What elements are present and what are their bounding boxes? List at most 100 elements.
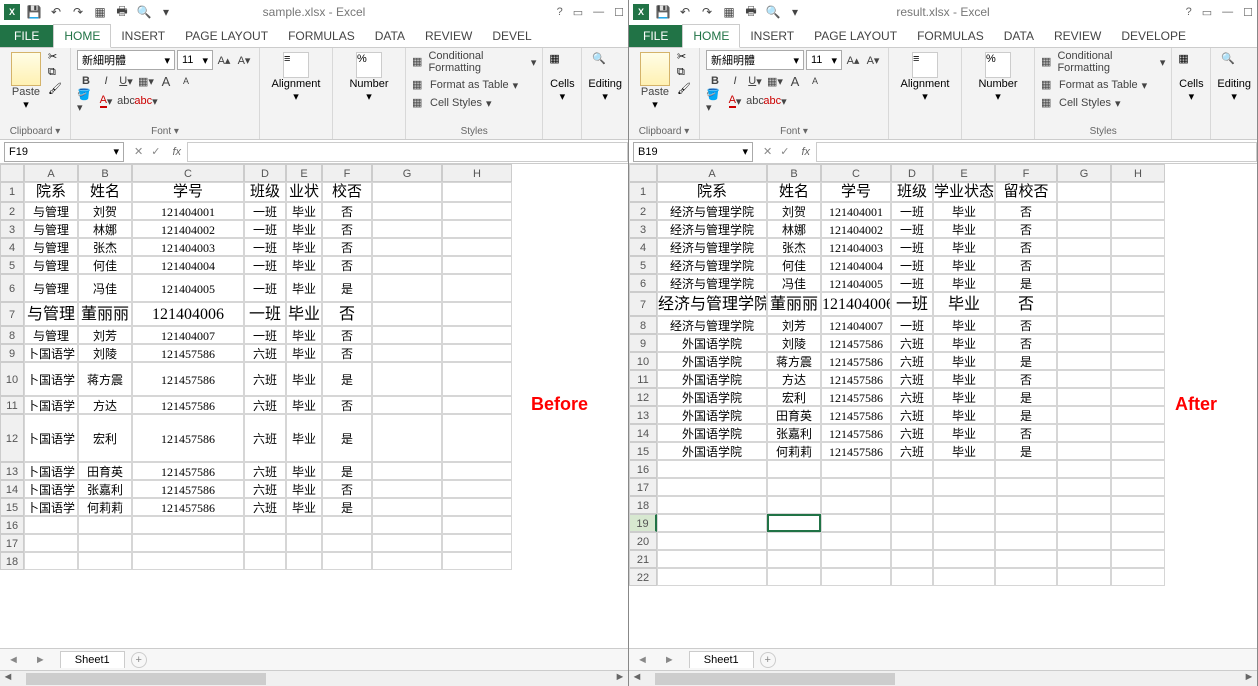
cell[interactable] (442, 344, 512, 362)
scroll-left-icon[interactable]: ◄ (0, 671, 16, 686)
column-header[interactable]: F (995, 164, 1057, 182)
alignment-button[interactable]: ≡Alignment▾ (266, 50, 326, 103)
cell[interactable]: 是 (995, 442, 1057, 460)
cell[interactable] (372, 498, 442, 516)
cell[interactable]: 董丽丽 (767, 292, 821, 316)
cell[interactable]: 何莉莉 (78, 498, 132, 516)
column-header[interactable]: F (322, 164, 372, 182)
cancel-icon[interactable]: ✕ (134, 145, 143, 158)
insert-tab[interactable]: INSERT (740, 25, 804, 47)
cell[interactable]: 学号 (821, 182, 891, 202)
scroll-thumb[interactable] (26, 673, 266, 685)
cell[interactable]: 一班 (891, 274, 933, 292)
cell[interactable]: 六班 (244, 362, 286, 396)
cell[interactable] (657, 550, 767, 568)
cell[interactable] (1057, 388, 1111, 406)
cell[interactable]: 院系 (657, 182, 767, 202)
cell[interactable] (1111, 352, 1165, 370)
cell[interactable]: 121404006 (132, 302, 244, 326)
cell[interactable]: 方达 (78, 396, 132, 414)
cells-button[interactable]: ▦Cells▾ (549, 50, 575, 103)
cell[interactable]: 何莉莉 (767, 442, 821, 460)
row-header[interactable]: 16 (629, 460, 657, 478)
cell[interactable] (372, 552, 442, 570)
name-box[interactable]: F19 ▾ (4, 142, 124, 162)
cell[interactable] (657, 532, 767, 550)
row-header[interactable]: 9 (0, 344, 24, 362)
cell[interactable]: 是 (322, 414, 372, 462)
select-all-cell[interactable] (0, 164, 24, 182)
cell[interactable] (821, 514, 891, 532)
horizontal-scrollbar[interactable]: ◄ ► (629, 670, 1257, 686)
cell[interactable]: 林娜 (78, 220, 132, 238)
alignment-button[interactable]: ≡Alignment▾ (895, 50, 955, 103)
font-color-button[interactable]: A▾ (726, 92, 744, 110)
cell[interactable] (891, 568, 933, 586)
increase-font-icon[interactable]: A▴ (844, 51, 862, 69)
cell[interactable]: 一班 (244, 326, 286, 344)
cell[interactable] (372, 462, 442, 480)
font-name-combo[interactable]: 新細明體 ▾ (77, 50, 175, 70)
row-header[interactable]: 12 (629, 388, 657, 406)
cell[interactable]: 与管理 (24, 256, 78, 274)
cell[interactable]: 经济与管理学院 (657, 274, 767, 292)
cell[interactable] (995, 496, 1057, 514)
cell[interactable]: 张嘉利 (767, 424, 821, 442)
help-icon[interactable]: ? (1186, 6, 1192, 19)
copy-icon[interactable]: ⧉ (677, 66, 693, 80)
cell[interactable]: 与管理 (24, 202, 78, 220)
row-header[interactable]: 20 (629, 532, 657, 550)
cell[interactable] (244, 534, 286, 552)
cell[interactable]: 一班 (244, 220, 286, 238)
paste-button[interactable]: Paste▾ (6, 50, 46, 111)
cell[interactable] (442, 414, 512, 462)
print-icon[interactable]: 🖶 (743, 4, 759, 20)
horizontal-scrollbar[interactable]: ◄ ► (0, 670, 628, 686)
cell[interactable]: 121457586 (132, 498, 244, 516)
cell[interactable] (244, 552, 286, 570)
cell[interactable] (442, 498, 512, 516)
cell[interactable]: 董丽丽 (78, 302, 132, 326)
cell[interactable] (1111, 424, 1165, 442)
cell[interactable] (1057, 568, 1111, 586)
cell[interactable]: 121457586 (132, 480, 244, 498)
cell[interactable] (442, 396, 512, 414)
cell[interactable]: 一班 (891, 238, 933, 256)
cell[interactable]: 经济与管理学院 (657, 202, 767, 220)
cell[interactable] (1057, 316, 1111, 334)
save-icon[interactable]: 💾 (655, 4, 671, 20)
fx-icon[interactable]: fx (795, 146, 816, 158)
review-tab[interactable]: REVIEW (415, 25, 482, 47)
cell[interactable] (657, 478, 767, 496)
cell[interactable] (657, 496, 767, 514)
cell[interactable]: 毕业 (933, 202, 995, 220)
cell[interactable]: 卜国语学 (24, 480, 78, 498)
cell[interactable]: 卜国语学 (24, 414, 78, 462)
cell[interactable]: 121457586 (821, 370, 891, 388)
cell[interactable]: 121404006 (821, 292, 891, 316)
underline-button[interactable]: U▾ (746, 72, 764, 90)
row-header[interactable]: 11 (0, 396, 24, 414)
cell[interactable]: 蒋方震 (78, 362, 132, 396)
cell[interactable] (1057, 220, 1111, 238)
cell[interactable]: 毕业 (286, 238, 322, 256)
row-header[interactable]: 15 (0, 498, 24, 516)
home-tab[interactable]: HOME (682, 24, 740, 48)
cell[interactable]: 与管理 (24, 326, 78, 344)
cell[interactable]: 否 (995, 238, 1057, 256)
cell[interactable] (442, 256, 512, 274)
cell[interactable] (442, 534, 512, 552)
cell[interactable]: 冯佳 (767, 274, 821, 292)
cell[interactable] (657, 460, 767, 478)
cell[interactable]: 外国语学院 (657, 352, 767, 370)
cell[interactable]: 121457586 (821, 334, 891, 352)
new-sheet-icon[interactable]: + (760, 652, 776, 668)
qat-icon[interactable]: ▦ (721, 4, 737, 20)
cell[interactable] (442, 552, 512, 570)
cell[interactable] (78, 534, 132, 552)
cell[interactable] (1111, 406, 1165, 424)
cell[interactable]: 否 (322, 326, 372, 344)
preview-icon[interactable]: 🔍 (765, 4, 781, 20)
row-header[interactable]: 1 (0, 182, 24, 202)
cell[interactable]: 张杰 (78, 238, 132, 256)
